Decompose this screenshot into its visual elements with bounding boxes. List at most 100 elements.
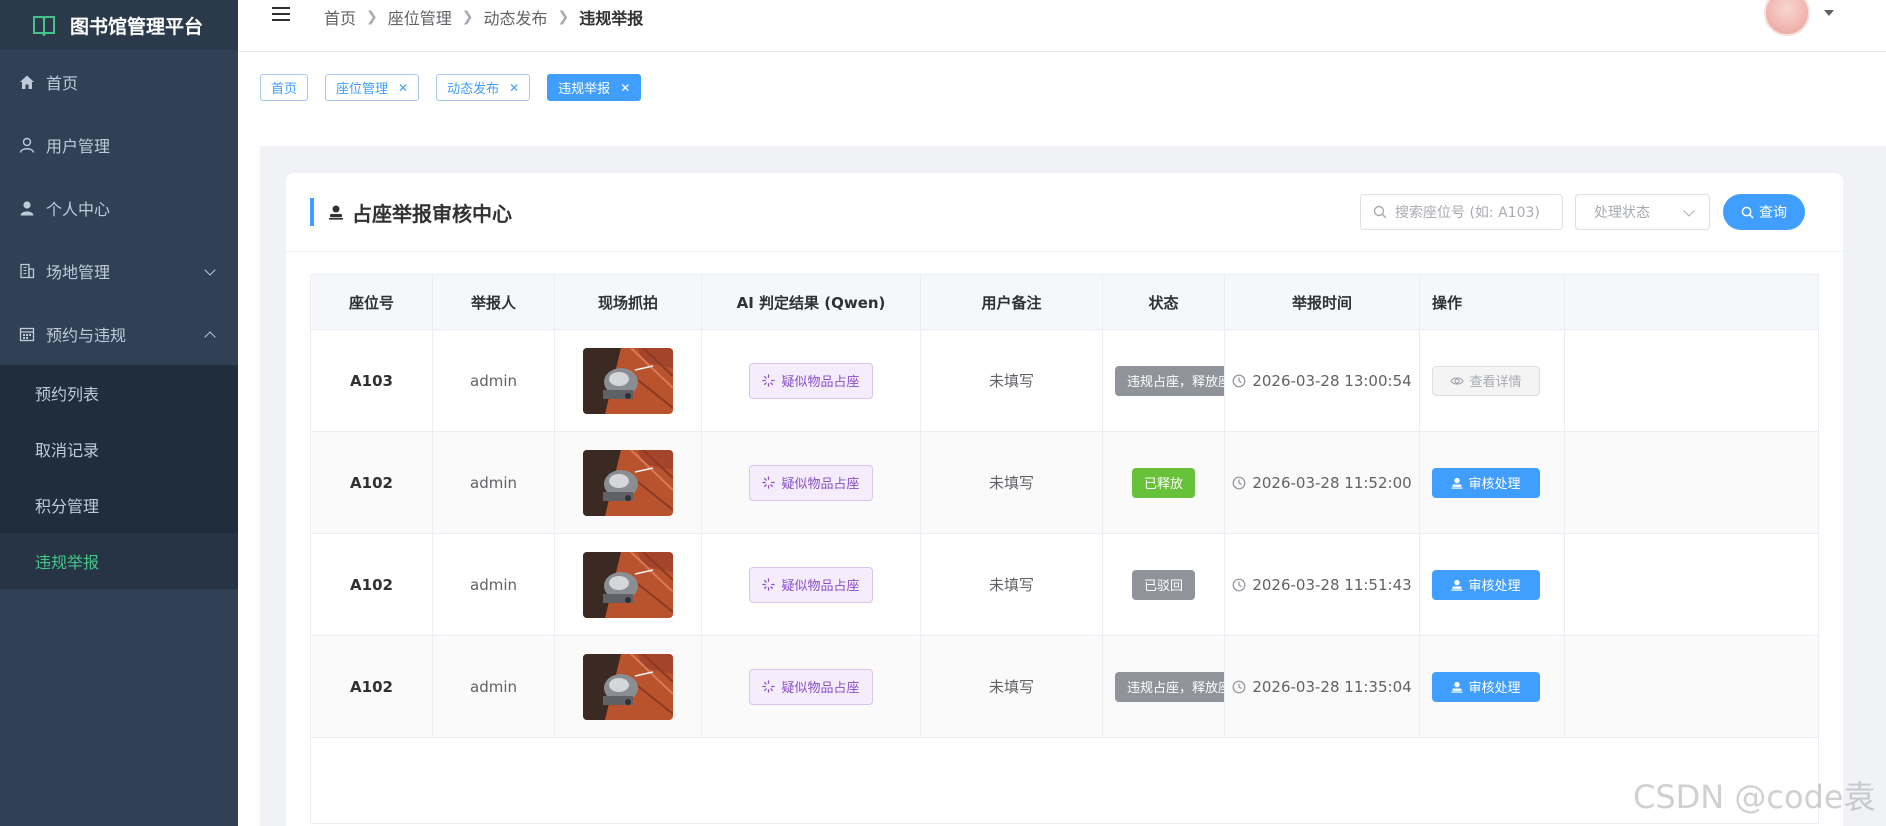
seat-cell: A102 <box>311 432 433 533</box>
ai-result-tag: 疑似物品占座 <box>749 362 873 399</box>
audit-button[interactable]: 审核处理 <box>1432 467 1540 498</box>
photo-cell <box>555 534 702 635</box>
chevron-down-icon <box>1683 205 1695 217</box>
snapshot-image[interactable] <box>583 551 673 618</box>
sidebar-item-home[interactable]: 首页 <box>0 50 238 113</box>
status-badge: 已释放 <box>1131 467 1195 498</box>
page-title: 占座举报审核中心 <box>310 198 512 226</box>
breadcrumb-item[interactable]: 首页 <box>324 5 356 29</box>
ai-result-tag: 疑似物品占座 <box>749 464 873 501</box>
audit-button[interactable]: 审核处理 <box>1432 569 1540 600</box>
seat-cell: A102 <box>311 534 433 635</box>
hamburger-icon[interactable] <box>272 7 290 23</box>
breadcrumb-current: 违规举报 <box>579 9 644 28</box>
photo-cell <box>555 636 702 737</box>
app-title: 图书馆管理平台 <box>70 15 204 38</box>
sidebar-subitem-label: 预约列表 <box>35 385 100 404</box>
ai-result-tag: 疑似物品占座 <box>749 668 873 705</box>
status-select-placeholder: 处理状态 <box>1594 205 1650 221</box>
ai-result-cell: 疑似物品占座 <box>702 432 921 533</box>
close-icon[interactable]: ✕ <box>509 81 519 95</box>
table-row: A102 admin <box>311 534 1818 636</box>
sidebar-item-profile[interactable]: 个人中心 <box>0 176 238 239</box>
ai-result-text: 疑似物品占座 <box>781 579 860 594</box>
table-row: A102 admin <box>311 432 1818 534</box>
app-logo: 图书馆管理平台 <box>0 0 238 50</box>
note-cell: 未填写 <box>921 636 1103 737</box>
sidebar-item-reservation[interactable]: 预约与违规 <box>0 302 238 365</box>
snapshot-image[interactable] <box>583 653 673 720</box>
search-input[interactable]: 搜索座位号 (如: A103) <box>1360 194 1563 230</box>
sidebar-subitem-reservation-list[interactable]: 预约列表 <box>0 365 238 421</box>
sidebar-subitem-cancel-records[interactable]: 取消记录 <box>0 421 238 477</box>
breadcrumb-item[interactable]: 座位管理 <box>388 5 452 29</box>
column-header: 座位号 <box>311 275 433 329</box>
ai-result-cell: 疑似物品占座 <box>702 330 921 431</box>
ai-result-cell: 疑似物品占座 <box>702 636 921 737</box>
action-cell: 审核处理 <box>1420 636 1565 737</box>
tag-dynamic-publish[interactable]: 动态发布 ✕ <box>436 74 531 101</box>
user-stamp-icon <box>1451 681 1463 693</box>
loading-icon <box>762 578 776 591</box>
tag-seat-management[interactable]: 座位管理 ✕ <box>325 74 420 101</box>
tag-home[interactable]: 首页 <box>260 74 309 101</box>
breadcrumb: 首页 ❯ 座位管理 ❯ 动态发布 ❯ 违规举报 <box>324 5 643 29</box>
book-icon <box>33 16 55 36</box>
action-cell: 审核处理 <box>1420 534 1565 635</box>
clock-icon <box>1232 374 1246 387</box>
seat-cell: A102 <box>311 636 433 737</box>
sidebar-subitem-points[interactable]: 积分管理 <box>0 477 238 533</box>
column-header: 举报人 <box>433 275 555 329</box>
time-cell: 2026-03-28 13:00:54 <box>1225 330 1420 431</box>
sidebar-item-label: 首页 <box>46 73 79 93</box>
sidebar-item-users[interactable]: 用户管理 <box>0 113 238 176</box>
submenu-reservation: 预约列表 取消记录 积分管理 违规举报 <box>0 365 238 589</box>
action-cell: 审核处理 <box>1420 432 1565 533</box>
time-cell: 2026-03-28 11:52:00 <box>1225 432 1420 533</box>
sidebar: 图书馆管理平台 首页 用户管理 个人中心 场地管理 预约与违规 预约列表 取消记… <box>0 0 238 826</box>
note-cell: 未填写 <box>921 534 1103 635</box>
tag-violation-report[interactable]: 违规举报 ✕ <box>547 74 642 101</box>
navbar: 首页 ❯ 座位管理 ❯ 动态发布 ❯ 违规举报 <box>238 0 1886 52</box>
time-cell: 2026-03-28 11:51:43 <box>1225 534 1420 635</box>
audit-button[interactable]: 审核处理 <box>1432 671 1540 702</box>
action-label: 审核处理 <box>1468 477 1521 492</box>
ai-result-text: 疑似物品占座 <box>781 477 860 492</box>
loading-icon <box>762 476 776 489</box>
close-icon[interactable]: ✕ <box>620 81 630 95</box>
reporter-cell: admin <box>433 330 555 431</box>
close-icon[interactable]: ✕ <box>398 81 408 95</box>
column-header: 用户备注 <box>921 275 1103 329</box>
tag-label: 违规举报 <box>558 82 611 97</box>
status-cell: 违规占座，释放座位 <box>1103 330 1225 431</box>
status-badge: 已驳回 <box>1131 569 1195 600</box>
chevron-down-icon <box>204 263 216 276</box>
ai-result-tag: 疑似物品占座 <box>749 566 873 603</box>
sidebar-subitem-violation-report[interactable]: 违规举报 <box>0 533 238 589</box>
ai-result-text: 疑似物品占座 <box>781 681 860 696</box>
view-detail-button[interactable]: 查看详情 <box>1432 365 1540 396</box>
breadcrumb-item[interactable]: 动态发布 <box>484 5 548 29</box>
chevron-up-icon <box>204 330 216 343</box>
report-time: 2026-03-28 11:35:04 <box>1252 677 1412 696</box>
eye-icon <box>1450 376 1465 385</box>
snapshot-image[interactable] <box>583 347 673 414</box>
avatar[interactable] <box>1764 0 1810 36</box>
query-button[interactable]: 查询 <box>1723 194 1805 230</box>
caret-down-icon[interactable] <box>1824 10 1834 16</box>
building-icon <box>18 262 36 280</box>
status-cell: 已释放 <box>1103 432 1225 533</box>
chevron-right-icon: ❯ <box>557 9 570 25</box>
search-icon <box>1741 206 1754 219</box>
action-label: 查看详情 <box>1469 375 1522 390</box>
sidebar-item-venue[interactable]: 场地管理 <box>0 239 238 302</box>
query-button-label: 查询 <box>1759 205 1787 221</box>
note-cell: 未填写 <box>921 330 1103 431</box>
reporter-cell: admin <box>433 636 555 737</box>
search-icon <box>1373 205 1387 219</box>
tag-label: 动态发布 <box>447 82 500 97</box>
photo-cell <box>555 432 702 533</box>
report-time: 2026-03-28 11:51:43 <box>1252 575 1412 594</box>
snapshot-image[interactable] <box>583 449 673 516</box>
status-select[interactable]: 处理状态 <box>1575 194 1710 230</box>
